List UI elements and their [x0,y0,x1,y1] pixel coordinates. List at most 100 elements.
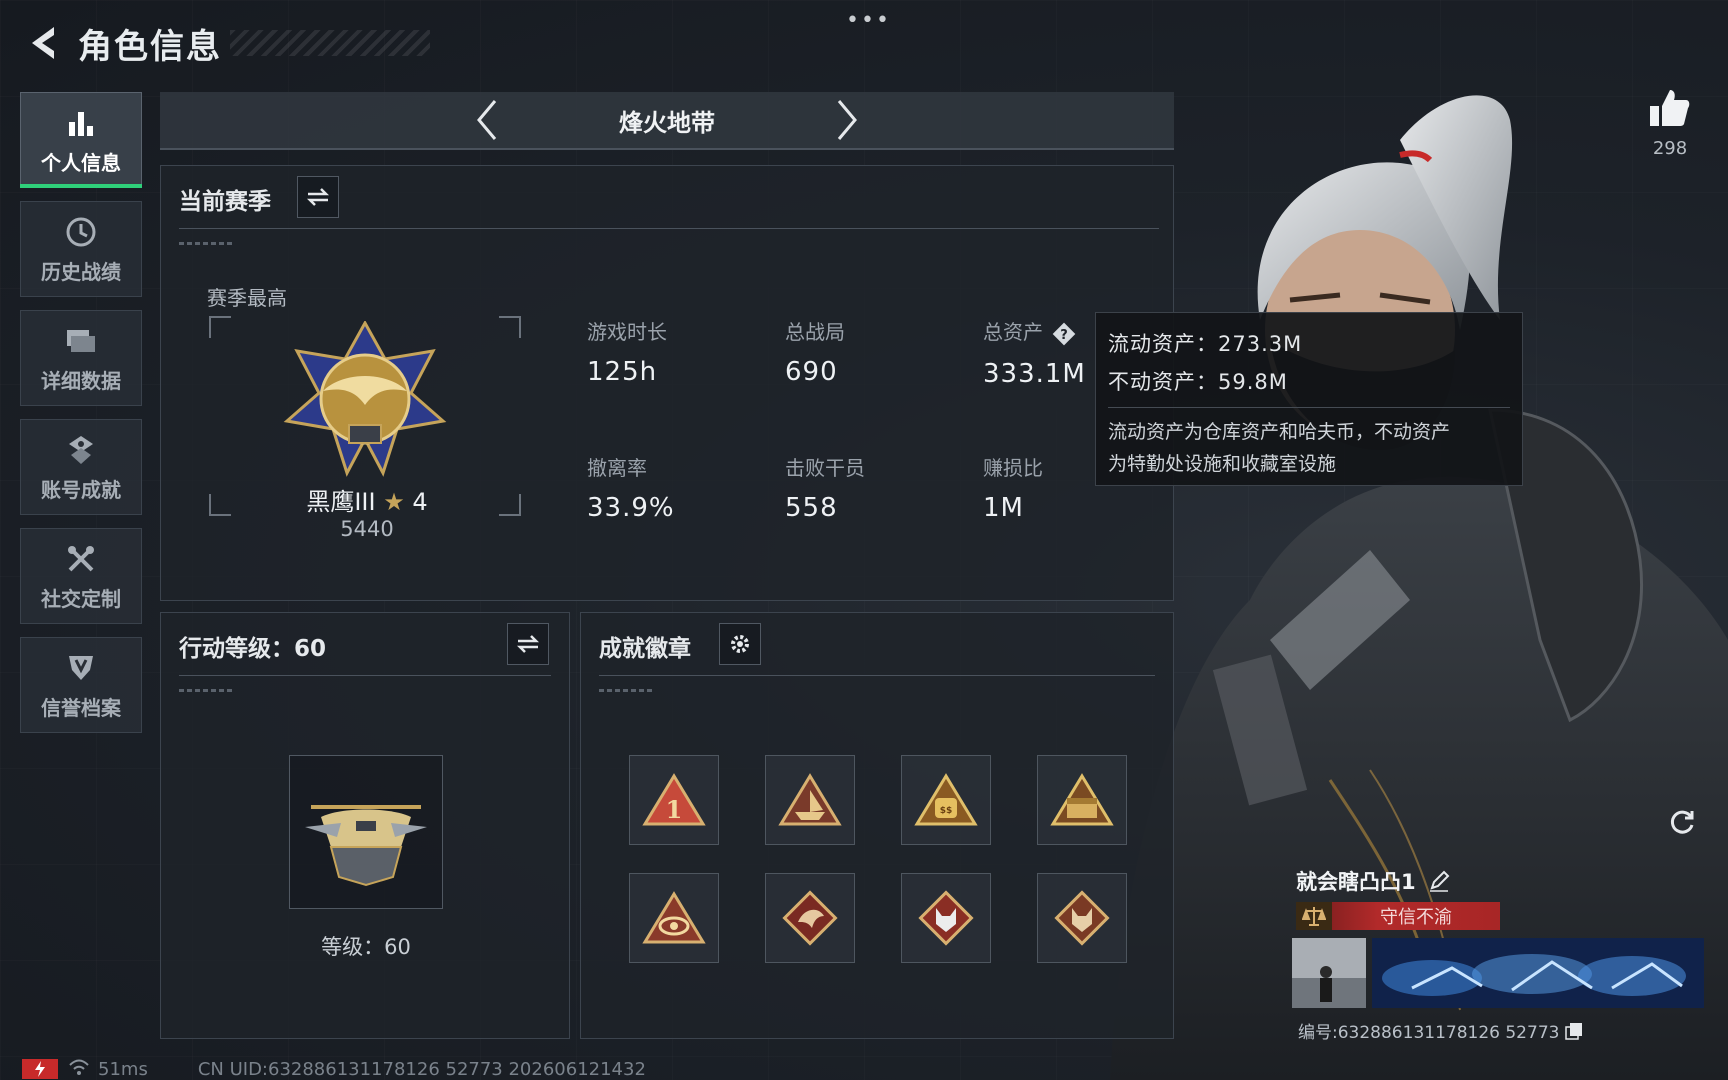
badge-1-icon: 1 [642,773,706,826]
stat-profit-ratio: 赚损比 1M [983,452,1043,523]
divider [179,675,551,676]
mode-next-button[interactable] [827,95,867,145]
clock-icon [63,214,99,250]
badge-wolf2-icon [1054,890,1110,946]
stat-matches: 总战局 690 [785,316,845,387]
stat-label: 击败干员 [785,456,865,480]
season-panel: 当前赛季 赛季最高 黑鹰III ★ 4 5440 游戏时长 125h 总战局 6… [160,165,1174,601]
sidebar-item-label: 账号成就 [41,477,121,502]
battery-icon [22,1059,58,1079]
badge-wolf-icon [918,890,974,946]
stat-value: 1M [983,493,1024,523]
sidebar-item-label: 历史战绩 [41,259,121,284]
folder-icon [63,323,99,359]
stat-label: 总资产? [983,316,1086,347]
divider [179,228,1159,229]
badges-settings-button[interactable] [719,623,761,665]
player-name: 就会瞎凸凸1 [1296,870,1416,894]
sidebar-item-profile[interactable]: 个人信息 [20,92,142,188]
sidebar-item-label: 信誉档案 [41,695,121,720]
player-photo[interactable] [1292,938,1366,1008]
svg-text:?: ? [1060,328,1068,343]
badge-ship-icon [778,773,842,826]
stat-label: 赚损比 [983,456,1043,480]
badge-slot-4[interactable] [1037,755,1127,845]
chevron-right-icon [837,100,857,140]
sidebar-item-social[interactable]: 社交定制 [20,528,142,624]
badge-bag-icon: $$ [914,773,978,826]
rank-name-row: 黑鹰III ★ 4 [289,482,445,517]
star-icon: ★ [383,488,405,516]
gear-icon [731,635,749,653]
stat-playtime: 游戏时长 125h [587,316,667,387]
badge-slot-8[interactable] [1037,873,1127,963]
back-button[interactable] [20,21,64,65]
stat-value: 125h [587,357,658,387]
stat-label: 撤离率 [587,456,647,480]
back-arrow-icon [32,27,54,59]
player-banner[interactable] [1372,938,1704,1008]
tooltip-liquid-assets: 流动资产：273.3M [1108,332,1303,356]
divider-decoration [599,689,653,692]
tooltip-fixed-assets: 不动资产：59.8M [1108,370,1288,394]
badge-slot-7[interactable] [901,873,991,963]
achievement-badges-panel: 成就徽章 1 $$ [580,612,1174,1039]
badge-slot-2[interactable] [765,755,855,845]
mode-label: 烽火地带 [619,108,715,137]
rank-points: 5440 [340,517,394,541]
credit-status-badge: 守信不渝 [1296,902,1500,930]
rotate-model-button[interactable] [1660,800,1704,844]
credit-status-text: 守信不渝 [1380,907,1452,928]
player-name-row: 就会瞎凸凸1 [1296,866,1450,896]
ping-value: 51ms [98,1058,148,1080]
sidebar-nav: 个人信息 历史战绩 详细数据 账号成就 社交定制 信誉档案 [20,92,142,746]
sidebar-item-details[interactable]: 详细数据 [20,310,142,406]
badges-title: 成就徽章 [599,636,691,662]
sidebar-item-label: 详细数据 [41,368,121,393]
player-uid: 编号:632886131178126 52773 [1298,1023,1560,1043]
mode-prev-button[interactable] [467,95,507,145]
badge-slot-1[interactable]: 1 [629,755,719,845]
tooltip-description-2: 为特勤处设施和收藏室设施 [1108,453,1337,475]
helicopter-emblem-icon [305,805,427,887]
badge-slot-6[interactable] [765,873,855,963]
stat-total-assets: 总资产? 333.1M [983,316,1086,389]
copy-icon[interactable] [1565,1022,1583,1040]
thumbs-up-icon [1650,90,1690,126]
season-switch-button[interactable] [297,176,339,218]
help-icon[interactable]: ? [1051,321,1077,347]
sidebar-item-credit[interactable]: 信誉档案 [20,637,142,733]
sidebar-item-label: 社交定制 [41,586,121,611]
player-uid-row: 编号:632886131178126 52773 [1298,1018,1583,1043]
stat-extract-rate: 撤离率 33.9% [587,452,675,523]
like-button[interactable]: 298 [1640,86,1700,159]
like-count: 298 [1652,138,1688,159]
tooltip-divider [1108,407,1510,408]
divider [599,675,1155,676]
level-text: 等级：60 [321,935,411,959]
page-title: 角色信息 [78,26,222,67]
swap-icon [306,188,330,206]
scales-icon [1296,902,1332,930]
page-header: 角色信息 [20,18,430,68]
swap-icon [516,635,540,653]
tools-icon [63,541,99,577]
edit-name-icon[interactable] [1428,870,1450,892]
sidebar-item-history[interactable]: 历史战绩 [20,201,142,297]
stat-value: 558 [785,493,838,523]
badge-dragon-icon [782,890,838,946]
badge-slot-3[interactable]: $$ [901,755,991,845]
badge-slot-5[interactable] [629,873,719,963]
bar-chart-icon [63,105,99,141]
mode-selector: 烽火地带 [160,92,1174,150]
rank-emblem-icon [283,321,447,477]
sidebar-item-label: 个人信息 [41,150,121,175]
season-highest-label: 赛季最高 [207,286,287,310]
tooltip-description-1: 流动资产为仓库资产和哈夫币，不动资产 [1108,421,1451,443]
more-menu-button[interactable]: ••• [846,8,891,33]
sidebar-item-achievements[interactable]: 账号成就 [20,419,142,515]
rotate-icon [1670,810,1694,834]
action-level-title: 行动等级：60 [179,636,327,662]
wifi-icon [68,1058,90,1080]
action-level-switch-button[interactable] [507,623,549,665]
